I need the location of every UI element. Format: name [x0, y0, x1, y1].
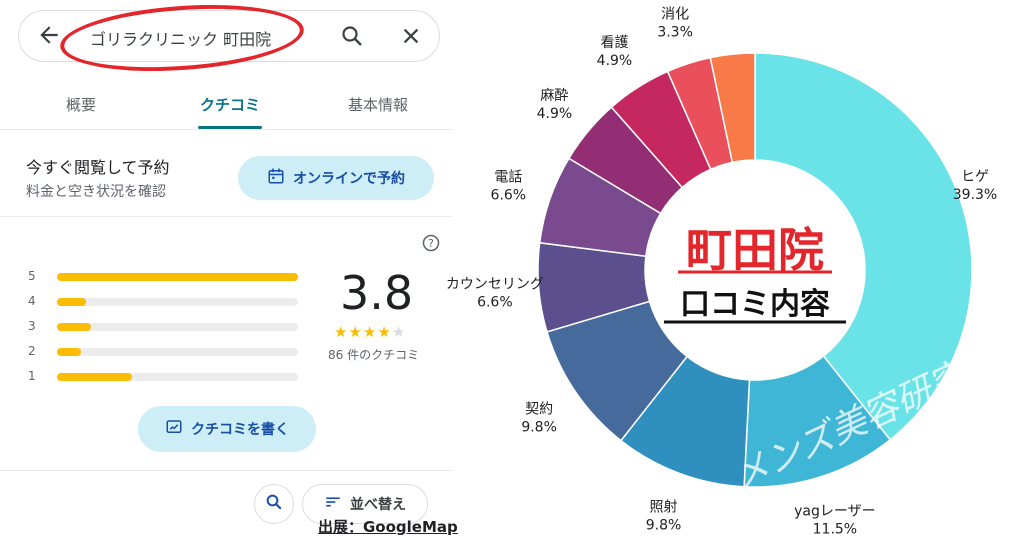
- slice-label: 電話: [494, 169, 522, 186]
- slice-value: 6.6%: [491, 188, 527, 204]
- slice-label: 看護: [600, 35, 628, 51]
- slice-value: 4.9%: [537, 106, 573, 122]
- slice-label: 照射: [650, 499, 678, 515]
- chart-subtitle: 口コミ内容: [680, 287, 830, 322]
- slice-label: カウンセリング: [446, 276, 544, 292]
- slice-value: 11.5%: [813, 521, 857, 537]
- slice-value: 9.8%: [646, 517, 682, 533]
- chart-title: 町田院: [686, 223, 824, 277]
- slice-value: 3.3%: [657, 25, 693, 41]
- slice-label: 契約: [525, 402, 553, 418]
- slice-value: 4.9%: [597, 53, 633, 69]
- slice-label: 消化: [661, 7, 689, 23]
- slice-label: 麻酔: [540, 88, 568, 104]
- slice-label: yagレーザー: [794, 503, 875, 519]
- donut-chart: 町田院 口コミ内容 ヒゲ 39.3% yagレーザー 11.5% 照射 9.8% 契約 9.8…: [446, 7, 1009, 538]
- slice-value: 39.3%: [953, 187, 997, 203]
- slice-label: ヒゲ: [961, 169, 989, 185]
- slice-value: 9.8%: [521, 420, 557, 436]
- slice-value: 6.6%: [477, 294, 513, 310]
